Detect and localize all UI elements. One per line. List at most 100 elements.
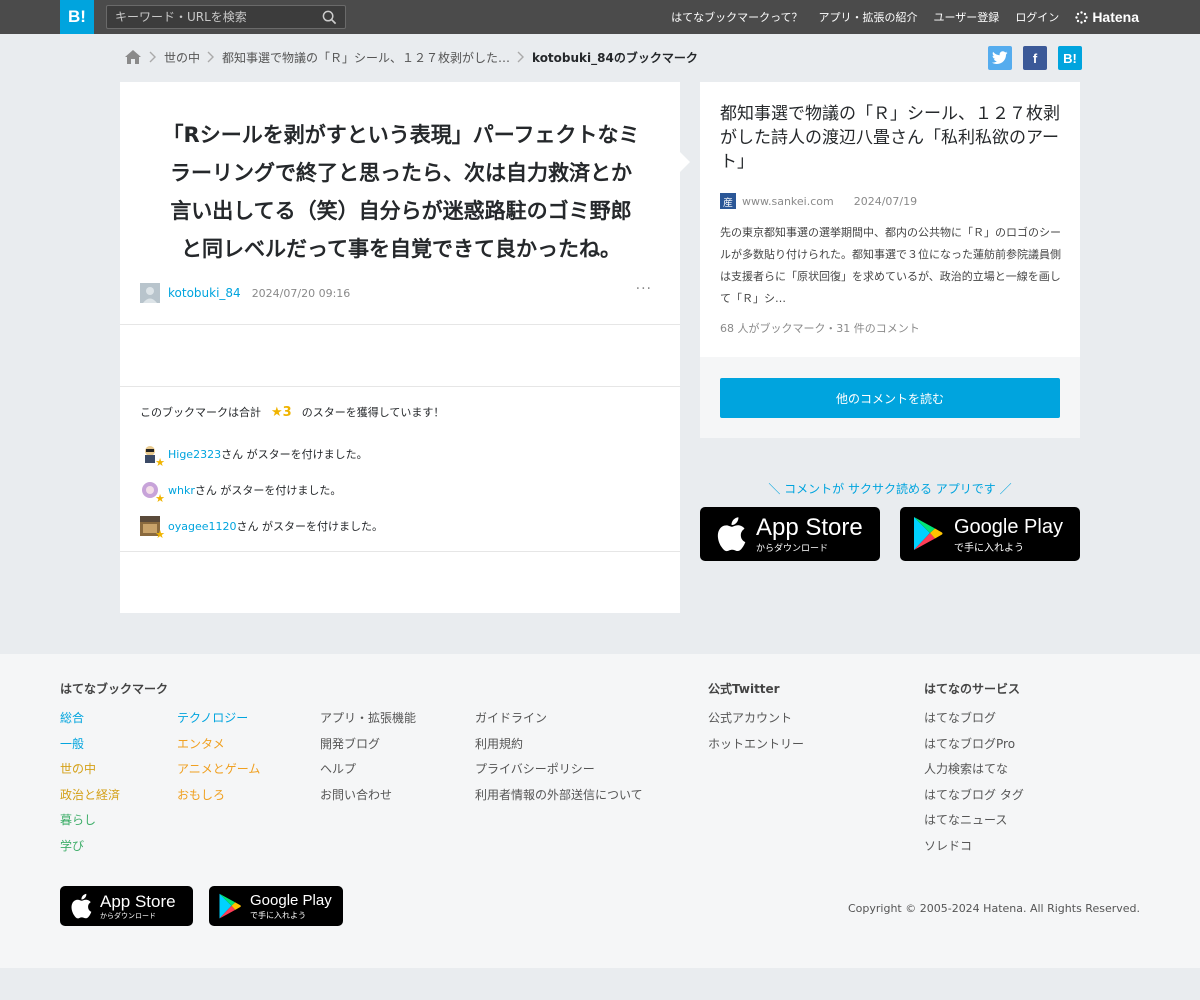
apple-icon xyxy=(71,893,92,919)
footer-category-link[interactable]: アニメとゲーム xyxy=(177,761,260,779)
google-play-name: Google Play xyxy=(954,515,1063,538)
copyright: Copyright © 2005-2024 Hatena. All Rights… xyxy=(847,902,1140,915)
footer-twitter-list: 公式アカウント ホットエントリー xyxy=(708,710,804,753)
app-store-name: App Store xyxy=(100,891,176,911)
footer-services-list: はてなブログ はてなブログPro 人力検索はてな はてなブログ タグ はてなニュ… xyxy=(924,710,1024,856)
hatena-share-button[interactable]: B! xyxy=(1058,46,1082,70)
nav-login[interactable]: ログイン xyxy=(1015,9,1059,25)
entry-title[interactable]: 都知事選で物議の「Ｒ」シール、１２７枚剥がした詩人の渡辺八畳さん「私利私欲のアー… xyxy=(720,102,1064,174)
breadcrumb-entry[interactable]: 都知事選で物議の「Ｒ」シール、１２７枚剥がした… xyxy=(222,49,510,66)
bookmark-comment-card: 「Rシールを剥がすという表現」パーフェクトなミラーリングで終了と思ったら、次は自… xyxy=(120,82,680,613)
footer-category-link[interactable]: 世の中 xyxy=(60,761,120,779)
site-favicon-icon: 産 xyxy=(720,193,736,209)
entry-date: 2024/07/19 xyxy=(853,194,918,208)
footer-link[interactable]: はてなブログ タグ xyxy=(924,787,1024,805)
app-promo-text: ＼ コメントが サクサク読める アプリです ／ xyxy=(768,482,1012,496)
footer-app-store-badge[interactable]: App Store からダウンロード xyxy=(60,886,193,926)
footer-category-link[interactable]: エンタメ xyxy=(177,736,260,754)
footer-link[interactable]: 利用規約 xyxy=(475,736,643,754)
star-total-suffix: のスターを獲得しています！ xyxy=(301,406,445,419)
apple-icon xyxy=(717,517,746,552)
chevron-right-icon xyxy=(517,51,525,63)
comment-timestamp[interactable]: 2024/07/20 09:16 xyxy=(252,287,351,300)
footer-category-link[interactable]: 一般 xyxy=(60,736,120,754)
footer-category-link[interactable]: おもしろ xyxy=(177,787,260,805)
google-play-badge[interactable]: Google Play で手に入れよう xyxy=(900,507,1080,561)
footer-link[interactable]: はてなブログPro xyxy=(924,736,1024,754)
star-giver-name[interactable]: whkr xyxy=(168,484,195,497)
footer-policy-list: ガイドライン 利用規約 プライバシーポリシー 利用者情報の外部送信について xyxy=(475,710,643,804)
entry-domain[interactable]: www.sankei.com xyxy=(742,195,834,208)
more-options-icon[interactable]: ··· xyxy=(636,281,652,297)
footer-link[interactable]: 利用者情報の外部送信について xyxy=(475,787,643,805)
read-other-comments-button[interactable]: 他のコメントを読む xyxy=(720,378,1060,418)
footer-link[interactable]: ヘルプ xyxy=(320,761,416,779)
footer-link[interactable]: アプリ・拡張機能 xyxy=(320,710,416,728)
star-giver-name[interactable]: Hige2323 xyxy=(168,448,221,461)
footer-link[interactable]: はてなニュース xyxy=(924,812,1024,830)
search-input[interactable] xyxy=(107,6,307,28)
app-store-badge[interactable]: App Store からダウンロード xyxy=(700,507,880,561)
divider xyxy=(120,324,680,325)
footer-category-list-2: テクノロジー エンタメ アニメとゲーム おもしろ xyxy=(177,710,260,804)
search-icon[interactable] xyxy=(322,10,337,25)
footer-link[interactable]: 人力検索はてな xyxy=(924,761,1024,779)
footer-link[interactable]: 開発ブログ xyxy=(320,736,416,754)
star-giver-row: ★ oyagee1120 さん がスターを付けました。 xyxy=(140,516,383,541)
comment-username[interactable]: kotobuki_84 xyxy=(168,286,241,300)
footer-category-link[interactable]: 学び xyxy=(60,838,120,856)
hatena-bookmark-logo[interactable]: B! xyxy=(60,0,94,34)
nav-apps[interactable]: アプリ・拡張の紹介 xyxy=(819,9,918,25)
footer-info-list: アプリ・拡張機能 開発ブログ ヘルプ お問い合わせ xyxy=(320,710,416,804)
twitter-share-button[interactable] xyxy=(988,46,1012,70)
google-play-sub: で手に入れよう xyxy=(250,910,306,920)
divider xyxy=(120,386,680,387)
google-play-icon xyxy=(914,517,943,550)
hatena-brand-link[interactable]: Hatena xyxy=(1075,9,1139,25)
footer-google-play-badge[interactable]: Google Play で手に入れよう xyxy=(209,886,343,926)
star-icon: ★ xyxy=(155,528,165,541)
footer-bookmark-title: はてなブックマーク xyxy=(60,682,169,696)
read-comments-area: 他のコメントを読む xyxy=(700,357,1080,438)
app-store-sub: からダウンロード xyxy=(756,543,829,554)
footer-link[interactable]: ガイドライン xyxy=(475,710,643,728)
footer-link[interactable]: プライバシーポリシー xyxy=(475,761,643,779)
footer-link[interactable]: ホットエントリー xyxy=(708,736,804,754)
avatar[interactable]: ★ xyxy=(140,516,165,541)
share-buttons: f B! xyxy=(988,46,1082,70)
twitter-icon xyxy=(992,51,1008,64)
google-play-icon xyxy=(219,893,241,918)
app-store-name: App Store xyxy=(756,513,863,541)
footer-category-link[interactable]: 暮らし xyxy=(60,812,120,830)
breadcrumb: 世の中 都知事選で物議の「Ｒ」シール、１２７枚剥がした… kotobuki_84… xyxy=(124,47,698,67)
breadcrumb-category[interactable]: 世の中 xyxy=(164,49,200,66)
star-icon: ★ xyxy=(155,492,165,505)
home-icon[interactable] xyxy=(124,49,142,65)
footer-category-link[interactable]: テクノロジー xyxy=(177,710,260,728)
entry-stats[interactable]: 68 人がブックマーク・31 件のコメント xyxy=(720,320,920,336)
entry-card: 都知事選で物議の「Ｒ」シール、１２７枚剥がした詩人の渡辺八畳さん「私利私欲のアー… xyxy=(700,82,1080,357)
google-play-name: Google Play xyxy=(250,891,332,909)
footer-category-link[interactable]: 政治と経済 xyxy=(60,787,120,805)
footer-category-link[interactable]: 総合 xyxy=(60,710,120,728)
comment-text: 「Rシールを剥がすという表現」パーフェクトなミラーリングで終了と思ったら、次は自… xyxy=(162,123,640,261)
breadcrumb-current: kotobuki_84のブックマーク xyxy=(532,50,698,65)
search-box xyxy=(106,5,346,29)
nav-register[interactable]: ユーザー登録 xyxy=(934,9,1000,25)
footer-link[interactable]: お問い合わせ xyxy=(320,787,416,805)
star-giver-row: ★ whkr さん がスターを付けました。 xyxy=(140,480,342,505)
default-user-icon xyxy=(140,283,160,303)
footer-link[interactable]: ソレドコ xyxy=(924,838,1024,856)
star-count: ★3 xyxy=(271,404,292,420)
footer-link[interactable]: はてなブログ xyxy=(924,710,1024,728)
footer-category-list: 総合 一般 世の中 政治と経済 暮らし 学び xyxy=(60,710,120,856)
footer-link[interactable]: 公式アカウント xyxy=(708,710,804,728)
nav-about[interactable]: はてなブックマークって？ xyxy=(671,9,802,25)
star-giver-name[interactable]: oyagee1120 xyxy=(168,520,237,533)
facebook-share-button[interactable]: f xyxy=(1023,46,1047,70)
avatar[interactable]: ★ xyxy=(140,480,165,505)
avatar[interactable] xyxy=(140,283,160,303)
card-pointer xyxy=(680,152,690,172)
star-giver-text: さん がスターを付けました。 xyxy=(194,484,342,497)
avatar[interactable]: ★ xyxy=(140,444,165,469)
